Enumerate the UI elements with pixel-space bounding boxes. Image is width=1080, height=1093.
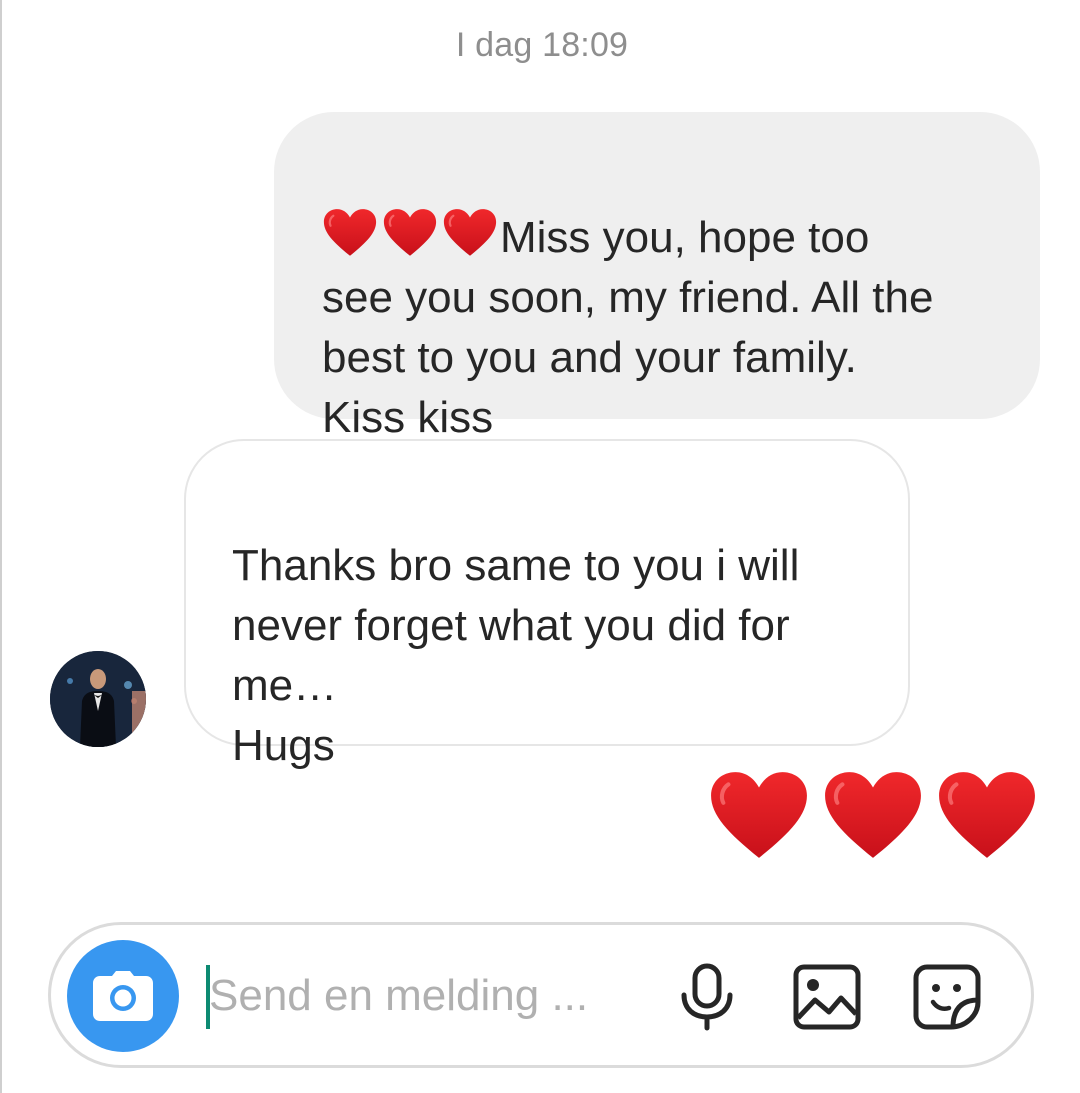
heart-emoji-message[interactable]: [708, 770, 1038, 862]
chat-screen: I dag 18:09 Miss you, hope too see you s…: [0, 0, 1080, 1093]
heart-icon: [822, 770, 924, 862]
incoming-message-bubble[interactable]: Thanks bro same to you i will never forg…: [184, 439, 910, 770]
avatar-photo: [50, 651, 146, 747]
sticker-button[interactable]: [911, 961, 983, 1033]
message-input[interactable]: [209, 961, 639, 1031]
heart-emoji-group: [322, 208, 498, 258]
heart-icon: [936, 770, 1038, 862]
heart-icon: [708, 770, 810, 862]
heart-icon: [322, 208, 378, 258]
outgoing-message-bubble[interactable]: Miss you, hope too see you soon, my frie…: [274, 112, 1040, 442]
sticker-icon: [913, 964, 981, 1030]
camera-button[interactable]: [67, 940, 179, 1052]
thread-timestamp: I dag 18:09: [455, 26, 629, 64]
microphone-button[interactable]: [671, 961, 743, 1033]
user-avatar[interactable]: [50, 651, 146, 747]
message-composer: [48, 922, 1034, 1068]
heart-icon: [442, 208, 498, 258]
gallery-button[interactable]: [791, 961, 863, 1033]
heart-icon: [382, 208, 438, 258]
gallery-icon: [793, 964, 861, 1030]
message-text: Thanks bro same to you i will never forg…: [232, 541, 800, 770]
camera-icon: [93, 971, 153, 1021]
microphone-icon: [681, 963, 733, 1031]
